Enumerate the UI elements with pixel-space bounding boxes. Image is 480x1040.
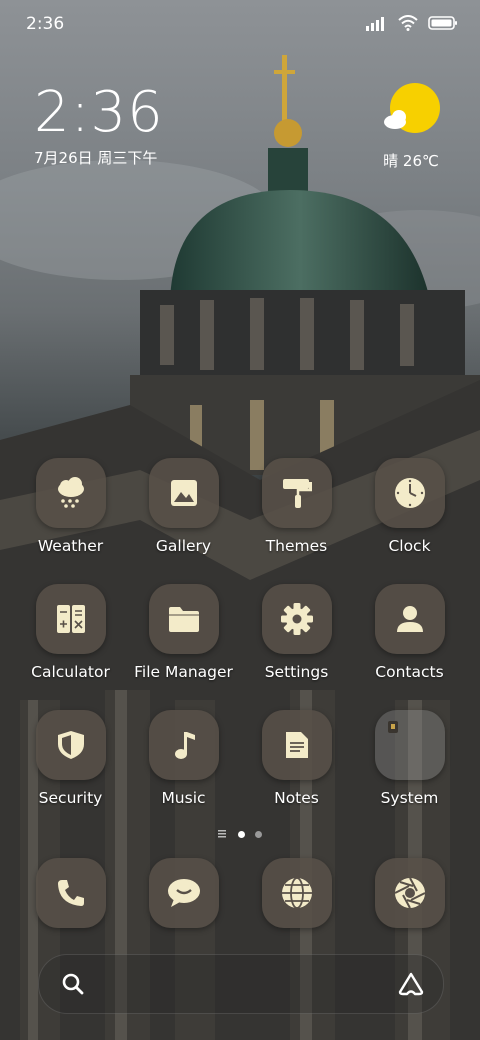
app-clock[interactable]: Clock xyxy=(353,458,466,555)
page-indicator[interactable] xyxy=(0,830,480,838)
assistant-icon[interactable] xyxy=(397,972,425,996)
menu-lines-icon xyxy=(218,830,226,838)
dock-browser[interactable] xyxy=(240,858,353,928)
status-icons xyxy=(366,15,458,31)
shield-icon xyxy=(35,710,106,780)
note-icon xyxy=(261,710,332,780)
weather-text: 晴 26℃ xyxy=(383,152,439,170)
page-dot-active xyxy=(238,830,245,838)
app-settings[interactable]: Settings xyxy=(240,584,353,681)
calculator-icon xyxy=(35,584,106,654)
app-label: File Manager xyxy=(134,663,233,681)
app-notes[interactable]: Notes xyxy=(240,710,353,807)
dock-messages[interactable] xyxy=(127,858,240,928)
app-label: Clock xyxy=(388,537,431,555)
app-label: System xyxy=(380,789,439,807)
clock-time: 2:36 xyxy=(34,80,164,145)
sunny-cloud-icon xyxy=(384,83,440,133)
app-label: Calculator xyxy=(31,663,110,681)
page-dot xyxy=(255,830,262,838)
app-label: Themes xyxy=(265,537,328,555)
dock-phone[interactable] xyxy=(14,858,127,928)
status-bar: 2:36 xyxy=(0,0,480,50)
search-icon[interactable] xyxy=(61,972,85,996)
phone-icon xyxy=(35,858,106,928)
clock-widget[interactable]: 2:36 7月26日 周三下午 xyxy=(34,80,164,168)
camera-icon xyxy=(374,858,445,928)
app-label: Weather xyxy=(37,537,104,555)
browser-icon xyxy=(261,858,332,928)
gear-icon xyxy=(261,584,332,654)
app-label: Contacts xyxy=(375,663,444,681)
weather-icon xyxy=(35,458,106,528)
app-security[interactable]: Security xyxy=(14,710,127,807)
app-label: Music xyxy=(161,789,206,807)
person-icon xyxy=(374,584,445,654)
clock-date: 7月26日 周三下午 xyxy=(34,149,158,167)
gallery-icon xyxy=(148,458,219,528)
app-file-manager[interactable]: File Manager xyxy=(127,584,240,681)
app-label: Gallery xyxy=(155,537,212,555)
wifi-icon xyxy=(398,15,418,31)
signal-icon xyxy=(366,17,384,31)
themes-icon xyxy=(261,458,332,528)
app-label: Settings xyxy=(264,663,329,681)
app-themes[interactable]: Themes xyxy=(240,458,353,555)
folder-glass-icon xyxy=(374,710,445,780)
search-bar[interactable] xyxy=(38,954,444,1014)
music-note-icon xyxy=(148,710,219,780)
app-weather[interactable]: Weather xyxy=(14,458,127,555)
app-folder-system[interactable]: System xyxy=(353,710,466,807)
app-contacts[interactable]: Contacts xyxy=(353,584,466,681)
dock-camera[interactable] xyxy=(353,858,466,928)
folder-icon xyxy=(148,584,219,654)
clock-icon xyxy=(374,458,445,528)
weather-widget[interactable]: 晴 26℃ xyxy=(376,82,446,171)
status-time: 2:36 xyxy=(26,14,65,34)
battery-icon xyxy=(428,16,457,30)
app-label: Notes xyxy=(274,789,319,807)
app-music[interactable]: Music xyxy=(127,710,240,807)
message-icon xyxy=(148,858,219,928)
app-gallery[interactable]: Gallery xyxy=(127,458,240,555)
app-calculator[interactable]: Calculator xyxy=(14,584,127,681)
app-label: Security xyxy=(38,789,103,807)
